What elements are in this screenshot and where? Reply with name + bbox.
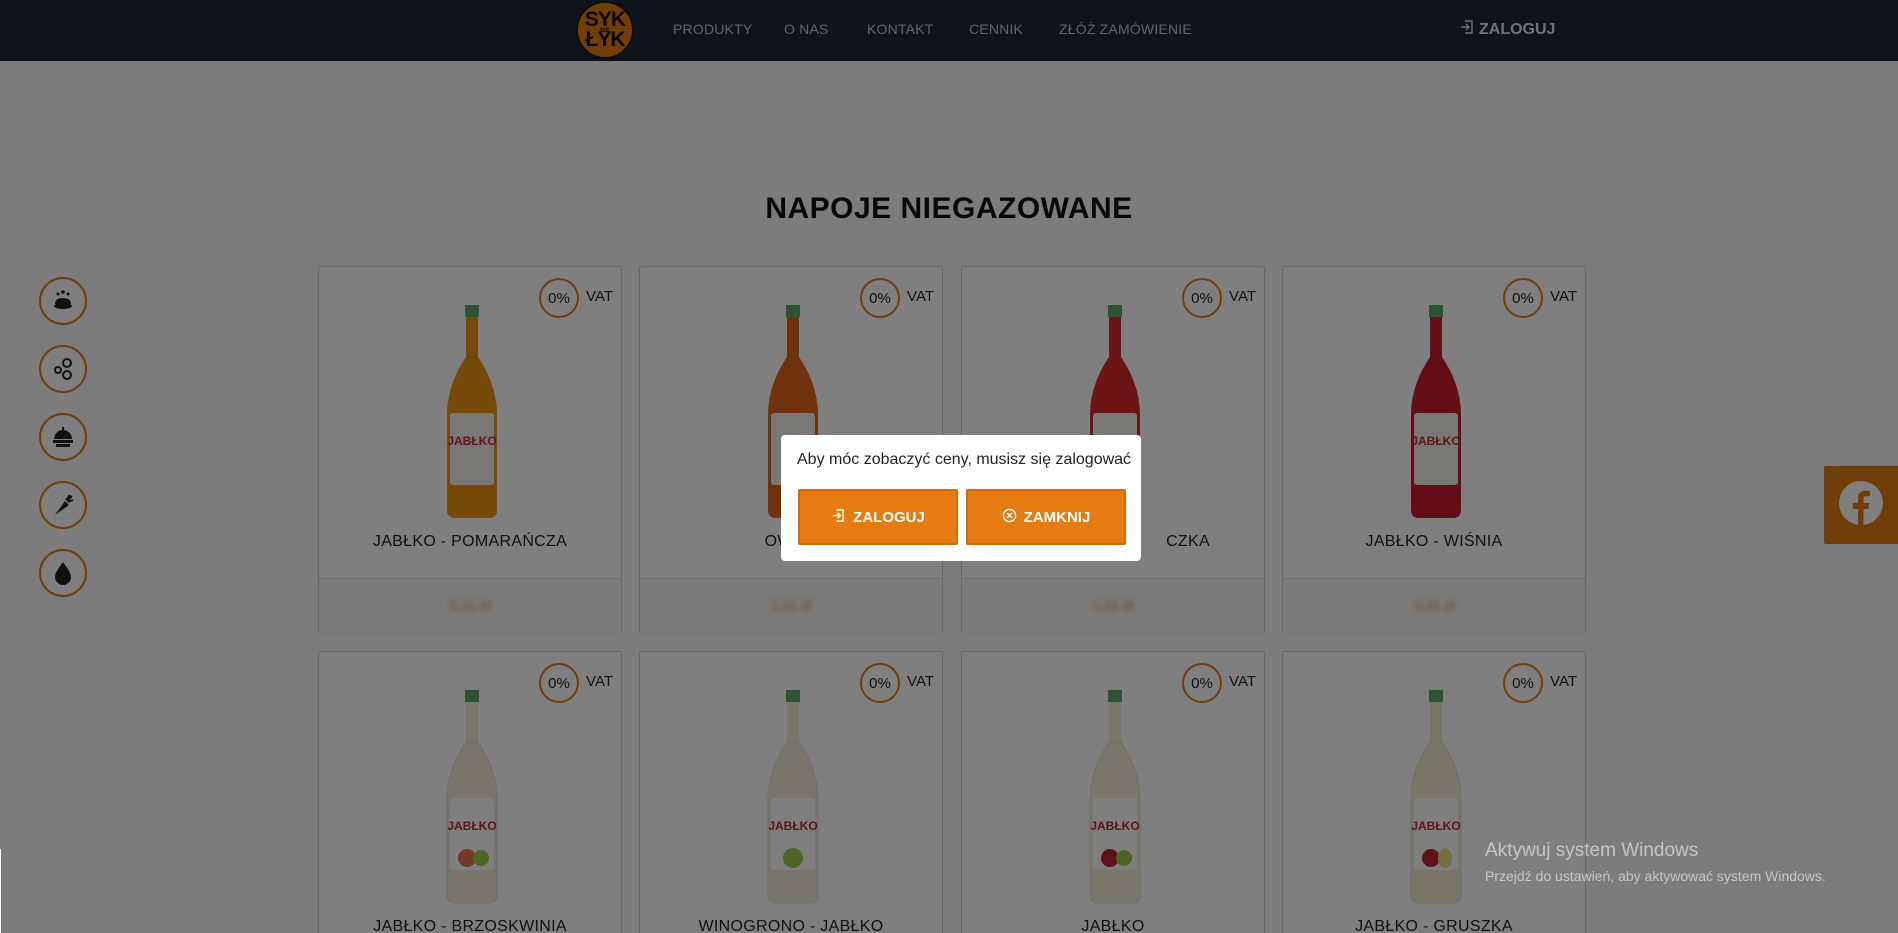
windows-activation-watermark: Aktywuj system Windows Przejdź do ustawi…	[1485, 840, 1826, 884]
edge-line	[0, 849, 1, 933]
modal-login-button[interactable]: ZALOGUJ	[798, 489, 958, 545]
login-required-modal: Aby móc zobaczyć ceny, musisz się zalogo…	[781, 435, 1141, 561]
login-icon	[831, 508, 846, 527]
modal-close-button[interactable]: ZAMKNIJ	[966, 489, 1126, 545]
modal-buttons: ZALOGUJ ZAMKNIJ	[798, 489, 1126, 545]
modal-message: Aby móc zobaczyć ceny, musisz się zalogo…	[797, 451, 1132, 468]
modal-login-label: ZALOGUJ	[853, 508, 925, 526]
modal-close-label: ZAMKNIJ	[1023, 508, 1091, 526]
windows-activation-subtitle: Przejdź do ustawień, aby aktywować syste…	[1485, 868, 1826, 884]
windows-activation-title: Aktywuj system Windows	[1485, 840, 1699, 861]
close-circle-icon	[1002, 508, 1017, 527]
